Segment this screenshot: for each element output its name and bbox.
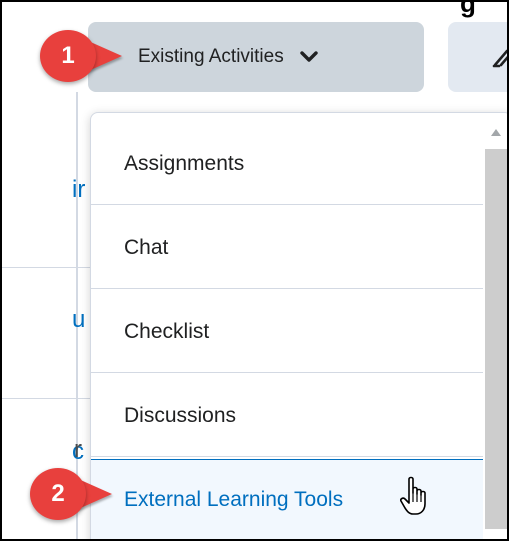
background-link-fragment[interactable]: u bbox=[72, 308, 85, 332]
menu-item-chat[interactable]: Chat bbox=[91, 207, 483, 289]
step-number: 1 bbox=[40, 30, 96, 82]
background-row-separator bbox=[2, 398, 90, 399]
secondary-toolbar-button[interactable] bbox=[448, 22, 507, 92]
menu-item-label: Assignments bbox=[124, 151, 245, 175]
menu-item-assignments[interactable]: Assignments bbox=[91, 123, 483, 205]
menu-item-label: External Learning Tools bbox=[124, 488, 344, 511]
step-callout-1: 1 bbox=[40, 30, 122, 82]
menu-scrollbar[interactable] bbox=[483, 113, 507, 539]
scroll-up-arrow-icon[interactable] bbox=[491, 129, 501, 136]
background-text-fragment: r bbox=[74, 436, 82, 463]
background-link-fragment[interactable]: ir bbox=[72, 178, 85, 202]
background-row-separator bbox=[2, 267, 90, 268]
clipped-page-title: g bbox=[460, 0, 476, 18]
screenshot-frame: g ir u c r Existing Activities Assignmen… bbox=[0, 0, 509, 541]
scroll-thumb[interactable] bbox=[485, 149, 507, 529]
step-callout-2: 2 bbox=[30, 468, 112, 520]
hand-pointer-icon bbox=[400, 476, 430, 518]
pencil-icon bbox=[492, 48, 507, 68]
existing-activities-button[interactable]: Existing Activities bbox=[88, 22, 424, 92]
existing-activities-dropdown: Assignments Chat Checklist Discussions E… bbox=[90, 112, 507, 539]
menu-item-label: Checklist bbox=[124, 319, 210, 343]
menu-item-checklist[interactable]: Checklist bbox=[91, 291, 483, 373]
existing-activities-label: Existing Activities bbox=[138, 46, 284, 67]
menu-item-discussions[interactable]: Discussions bbox=[91, 375, 483, 457]
menu-item-label: Discussions bbox=[124, 403, 237, 427]
step-number: 2 bbox=[30, 468, 86, 520]
chevron-down-icon bbox=[300, 51, 318, 63]
menu-item-label: Chat bbox=[124, 235, 169, 259]
